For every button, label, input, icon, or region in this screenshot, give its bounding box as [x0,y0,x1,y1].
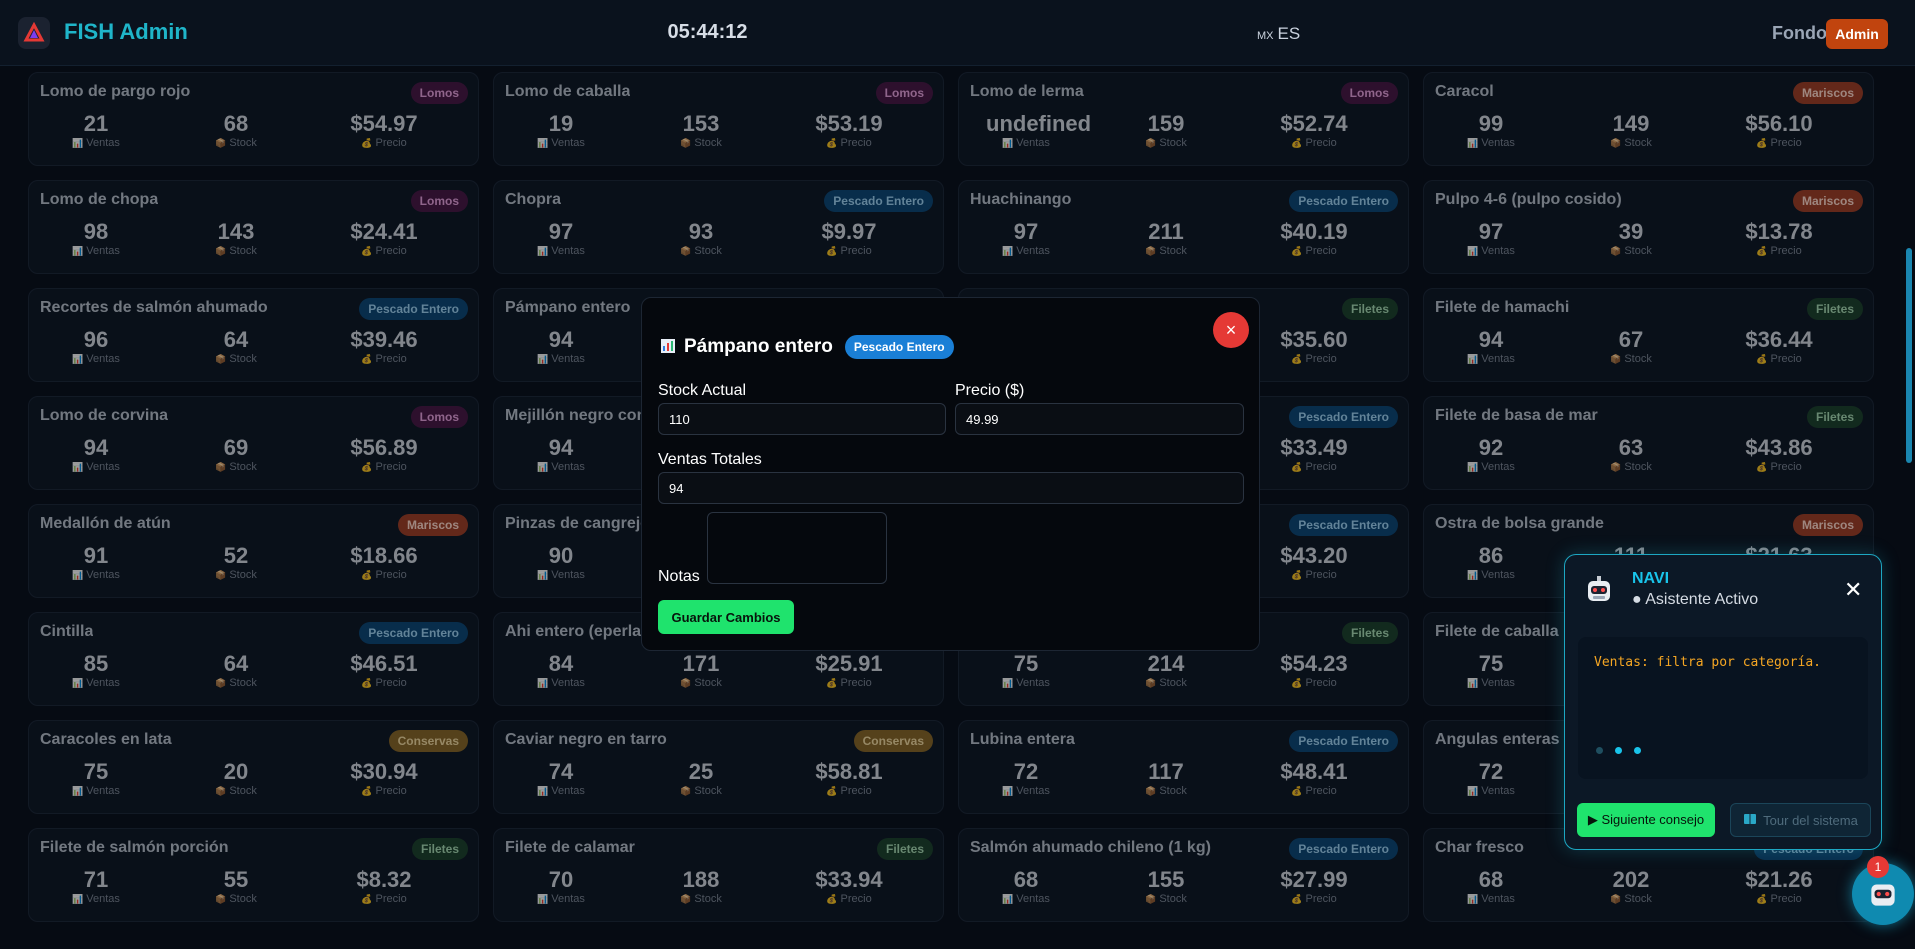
price-label: Precio ($) [955,382,1025,399]
page-scrollbar[interactable] [1906,248,1912,463]
assistant-close-button[interactable]: ✕ [1844,577,1862,603]
language-code: ES [1277,24,1301,43]
chart-icon [660,338,676,357]
header-clock: 05:44:12 [667,21,748,43]
robot-avatar-icon [1582,573,1616,607]
system-tour-label: Tour del sistema [1763,812,1858,828]
modal-title: Pámpano entero [684,336,833,357]
system-tour-button[interactable]: Tour del sistema [1730,803,1871,837]
assistant-name: NAVI [1632,570,1670,587]
next-tip-button[interactable]: ▶ Siguiente consejo [1577,803,1715,837]
fondo-toggle[interactable]: Fondo [1772,23,1827,44]
notes-label: Notas [658,568,700,585]
assistant-message-box: Ventas: filtra por categoría. [1578,637,1868,779]
notes-textarea[interactable] [707,512,887,584]
admin-button[interactable]: Admin [1826,19,1888,49]
sales-input[interactable] [658,472,1244,504]
assistant-panel: NAVI ● Asistente Activo ✕ Ventas: filtra… [1564,554,1882,850]
stock-label: Stock Actual [658,382,747,399]
language-selector[interactable]: MX ES [1257,24,1300,44]
modal-category-badge: Pescado Entero [844,335,954,359]
typing-dot-icon [1615,747,1622,754]
robot-icon [1871,884,1895,906]
top-header: FISH Admin 05:44:12 MX ES Fondo Admin [0,0,1915,66]
price-input[interactable] [955,403,1244,435]
modal-title-row: Pámpano entero Pescado Entero [660,335,954,359]
book-icon [1743,813,1757,828]
modal-close-button[interactable]: × [1213,312,1249,348]
edit-product-modal: × Pámpano entero Pescado Entero Stock Ac… [641,297,1260,651]
assistant-status: ● Asistente Activo [1632,591,1759,608]
flag-icon: MX [1257,30,1274,42]
sales-label: Ventas Totales [658,451,762,468]
typing-dot-icon [1634,747,1641,754]
stock-input[interactable] [658,403,946,435]
assistant-message: Ventas: filtra por categoría. [1594,655,1821,670]
typing-dot-icon [1596,747,1603,754]
notification-badge: 1 [1867,856,1889,878]
save-changes-button[interactable]: Guardar Cambios [658,600,794,634]
